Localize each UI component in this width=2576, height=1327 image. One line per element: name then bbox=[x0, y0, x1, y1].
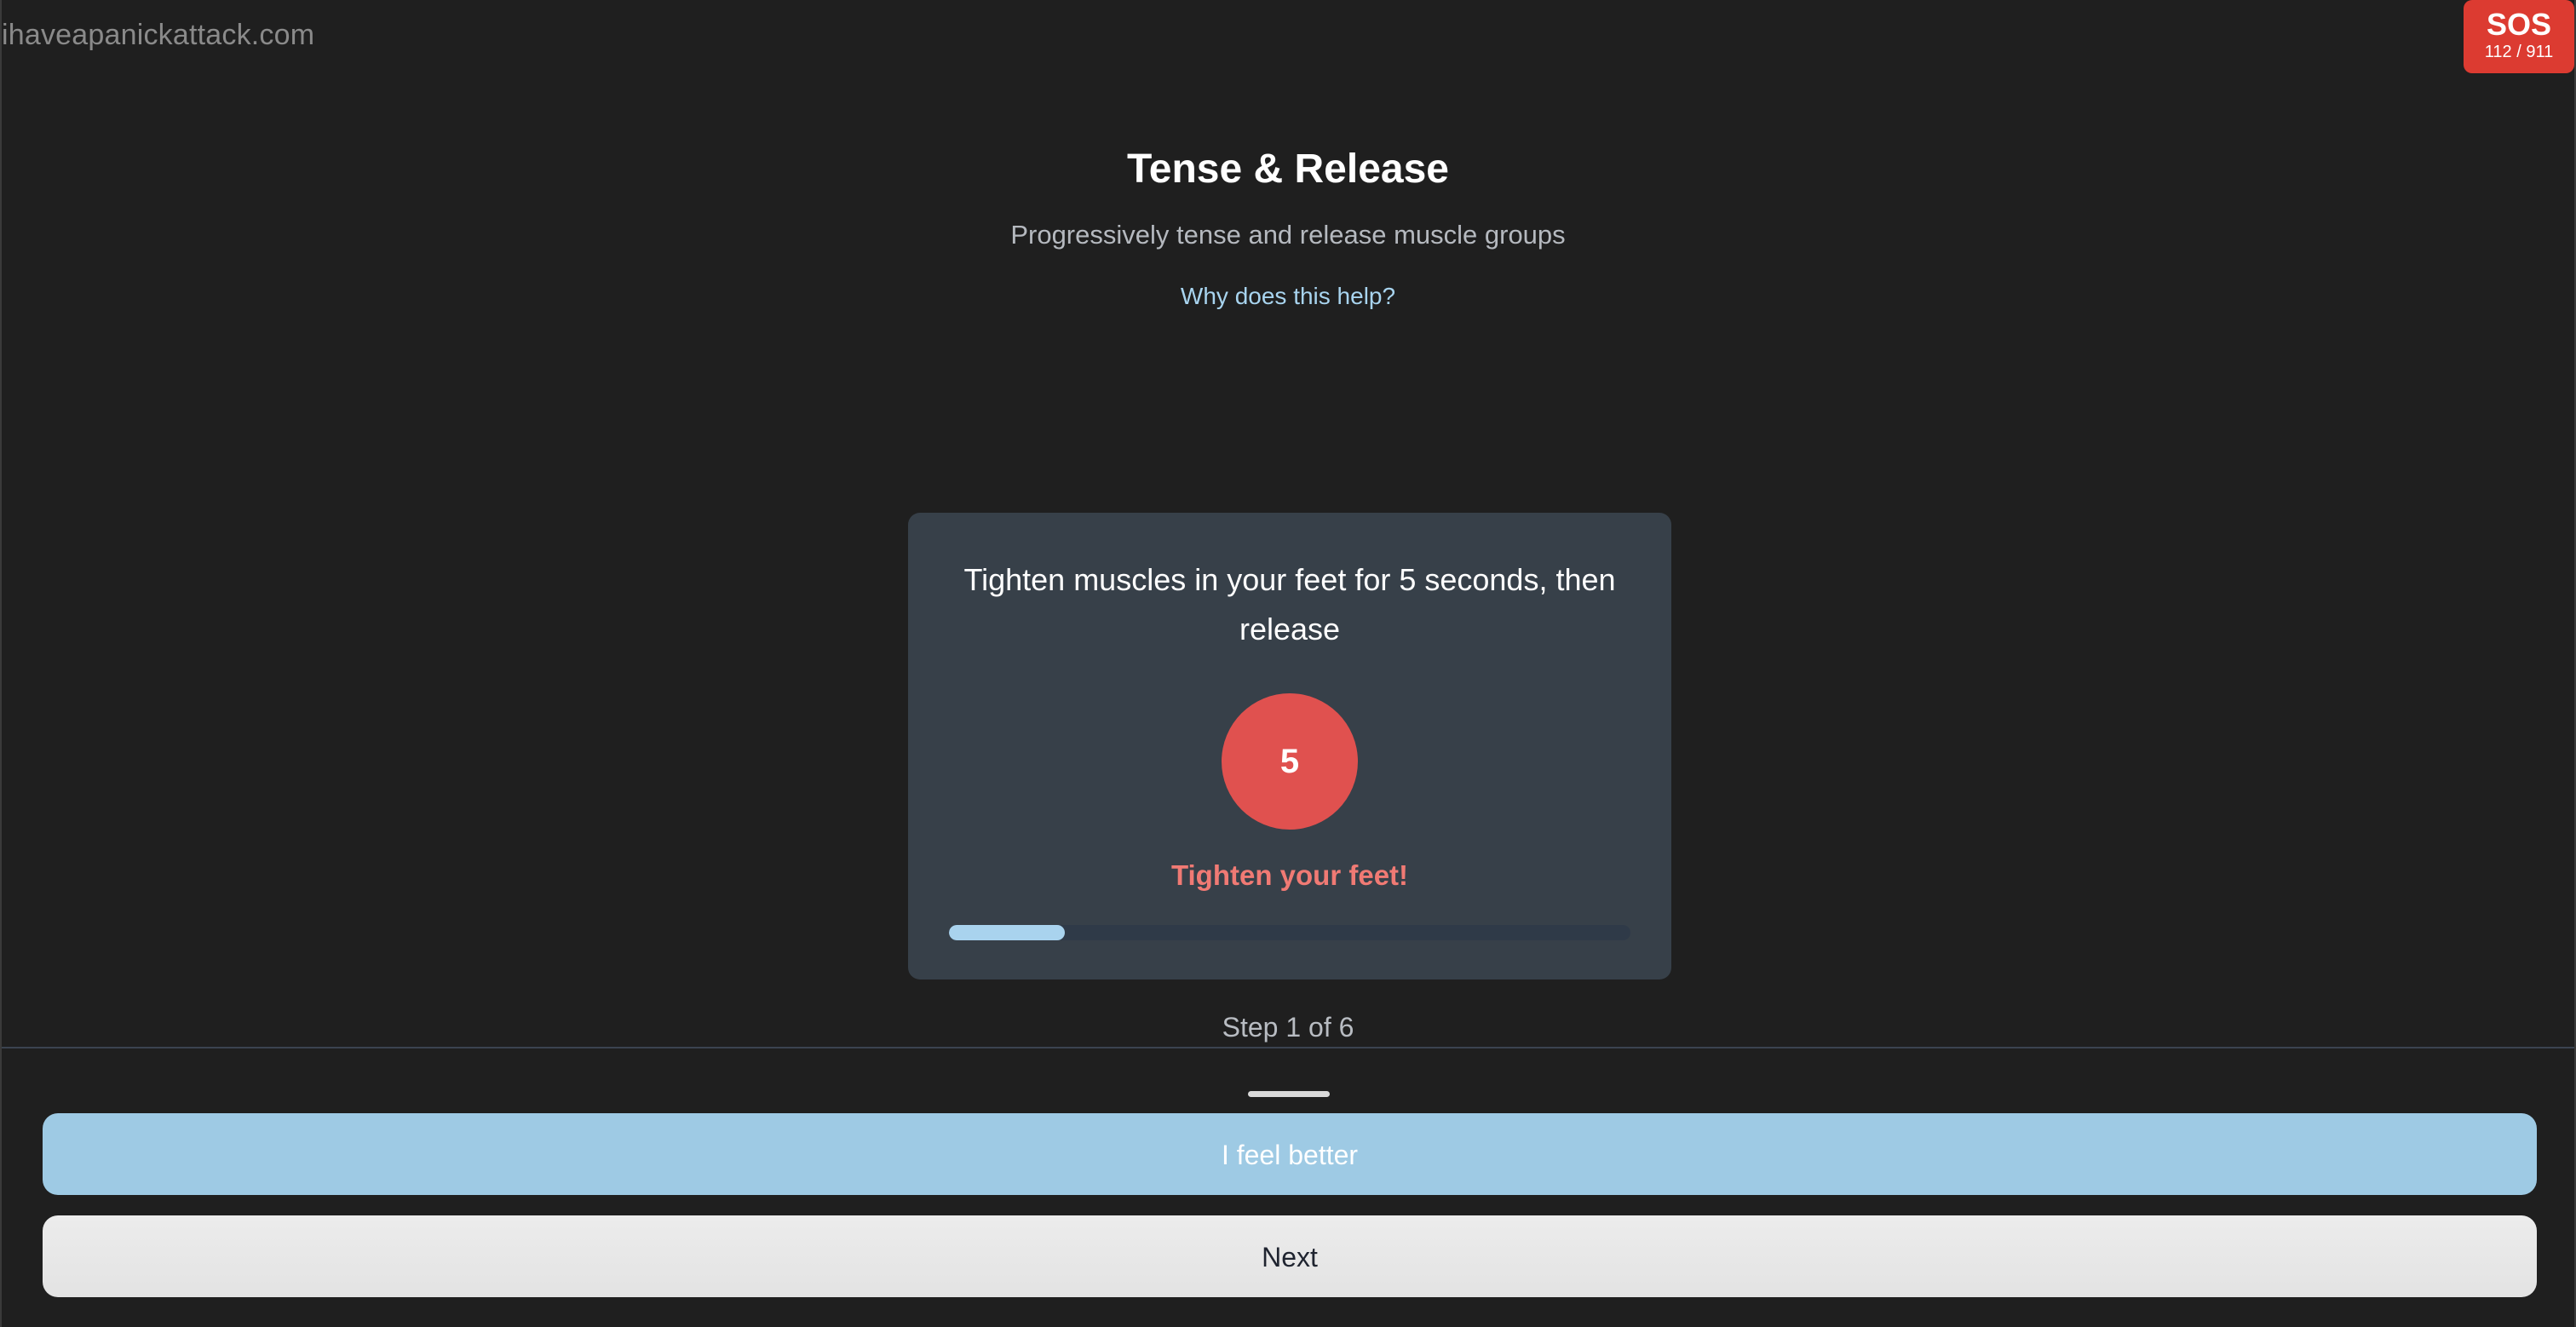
site-name[interactable]: ihaveapanickattack.com bbox=[2, 19, 314, 52]
exercise-header: Tense & Release Progressively tense and … bbox=[2, 141, 2574, 312]
sos-emergency-numbers: 112 / 911 bbox=[2484, 43, 2554, 61]
step-indicator: Step 1 of 6 bbox=[1222, 1012, 1354, 1043]
next-button[interactable]: Next bbox=[43, 1215, 2537, 1297]
app-window: ihaveapanickattack.com SOS 112 / 911 Ten… bbox=[0, 0, 2576, 1327]
drag-handle[interactable] bbox=[1248, 1091, 1330, 1097]
why-does-this-help-link[interactable]: Why does this help? bbox=[1181, 281, 1395, 312]
progress-bar-fill bbox=[949, 925, 1065, 940]
progress-bar bbox=[949, 925, 1630, 940]
instruction-text: Tighten muscles in your feet for 5 secon… bbox=[963, 562, 1616, 646]
sos-button[interactable]: SOS 112 / 911 bbox=[2464, 0, 2574, 73]
exercise-card: Tighten muscles in your feet for 5 secon… bbox=[908, 513, 1671, 979]
countdown-timer: 5 bbox=[1222, 693, 1358, 830]
bottom-sheet: I feel better Next bbox=[2, 1047, 2574, 1327]
page-title: Tense & Release bbox=[1127, 146, 1449, 192]
feel-better-button[interactable]: I feel better bbox=[43, 1113, 2537, 1195]
sos-label: SOS bbox=[2486, 7, 2552, 42]
page-subtitle: Progressively tense and release muscle g… bbox=[1010, 220, 1566, 250]
action-prompt: Tighten your feet! bbox=[1170, 859, 1409, 891]
